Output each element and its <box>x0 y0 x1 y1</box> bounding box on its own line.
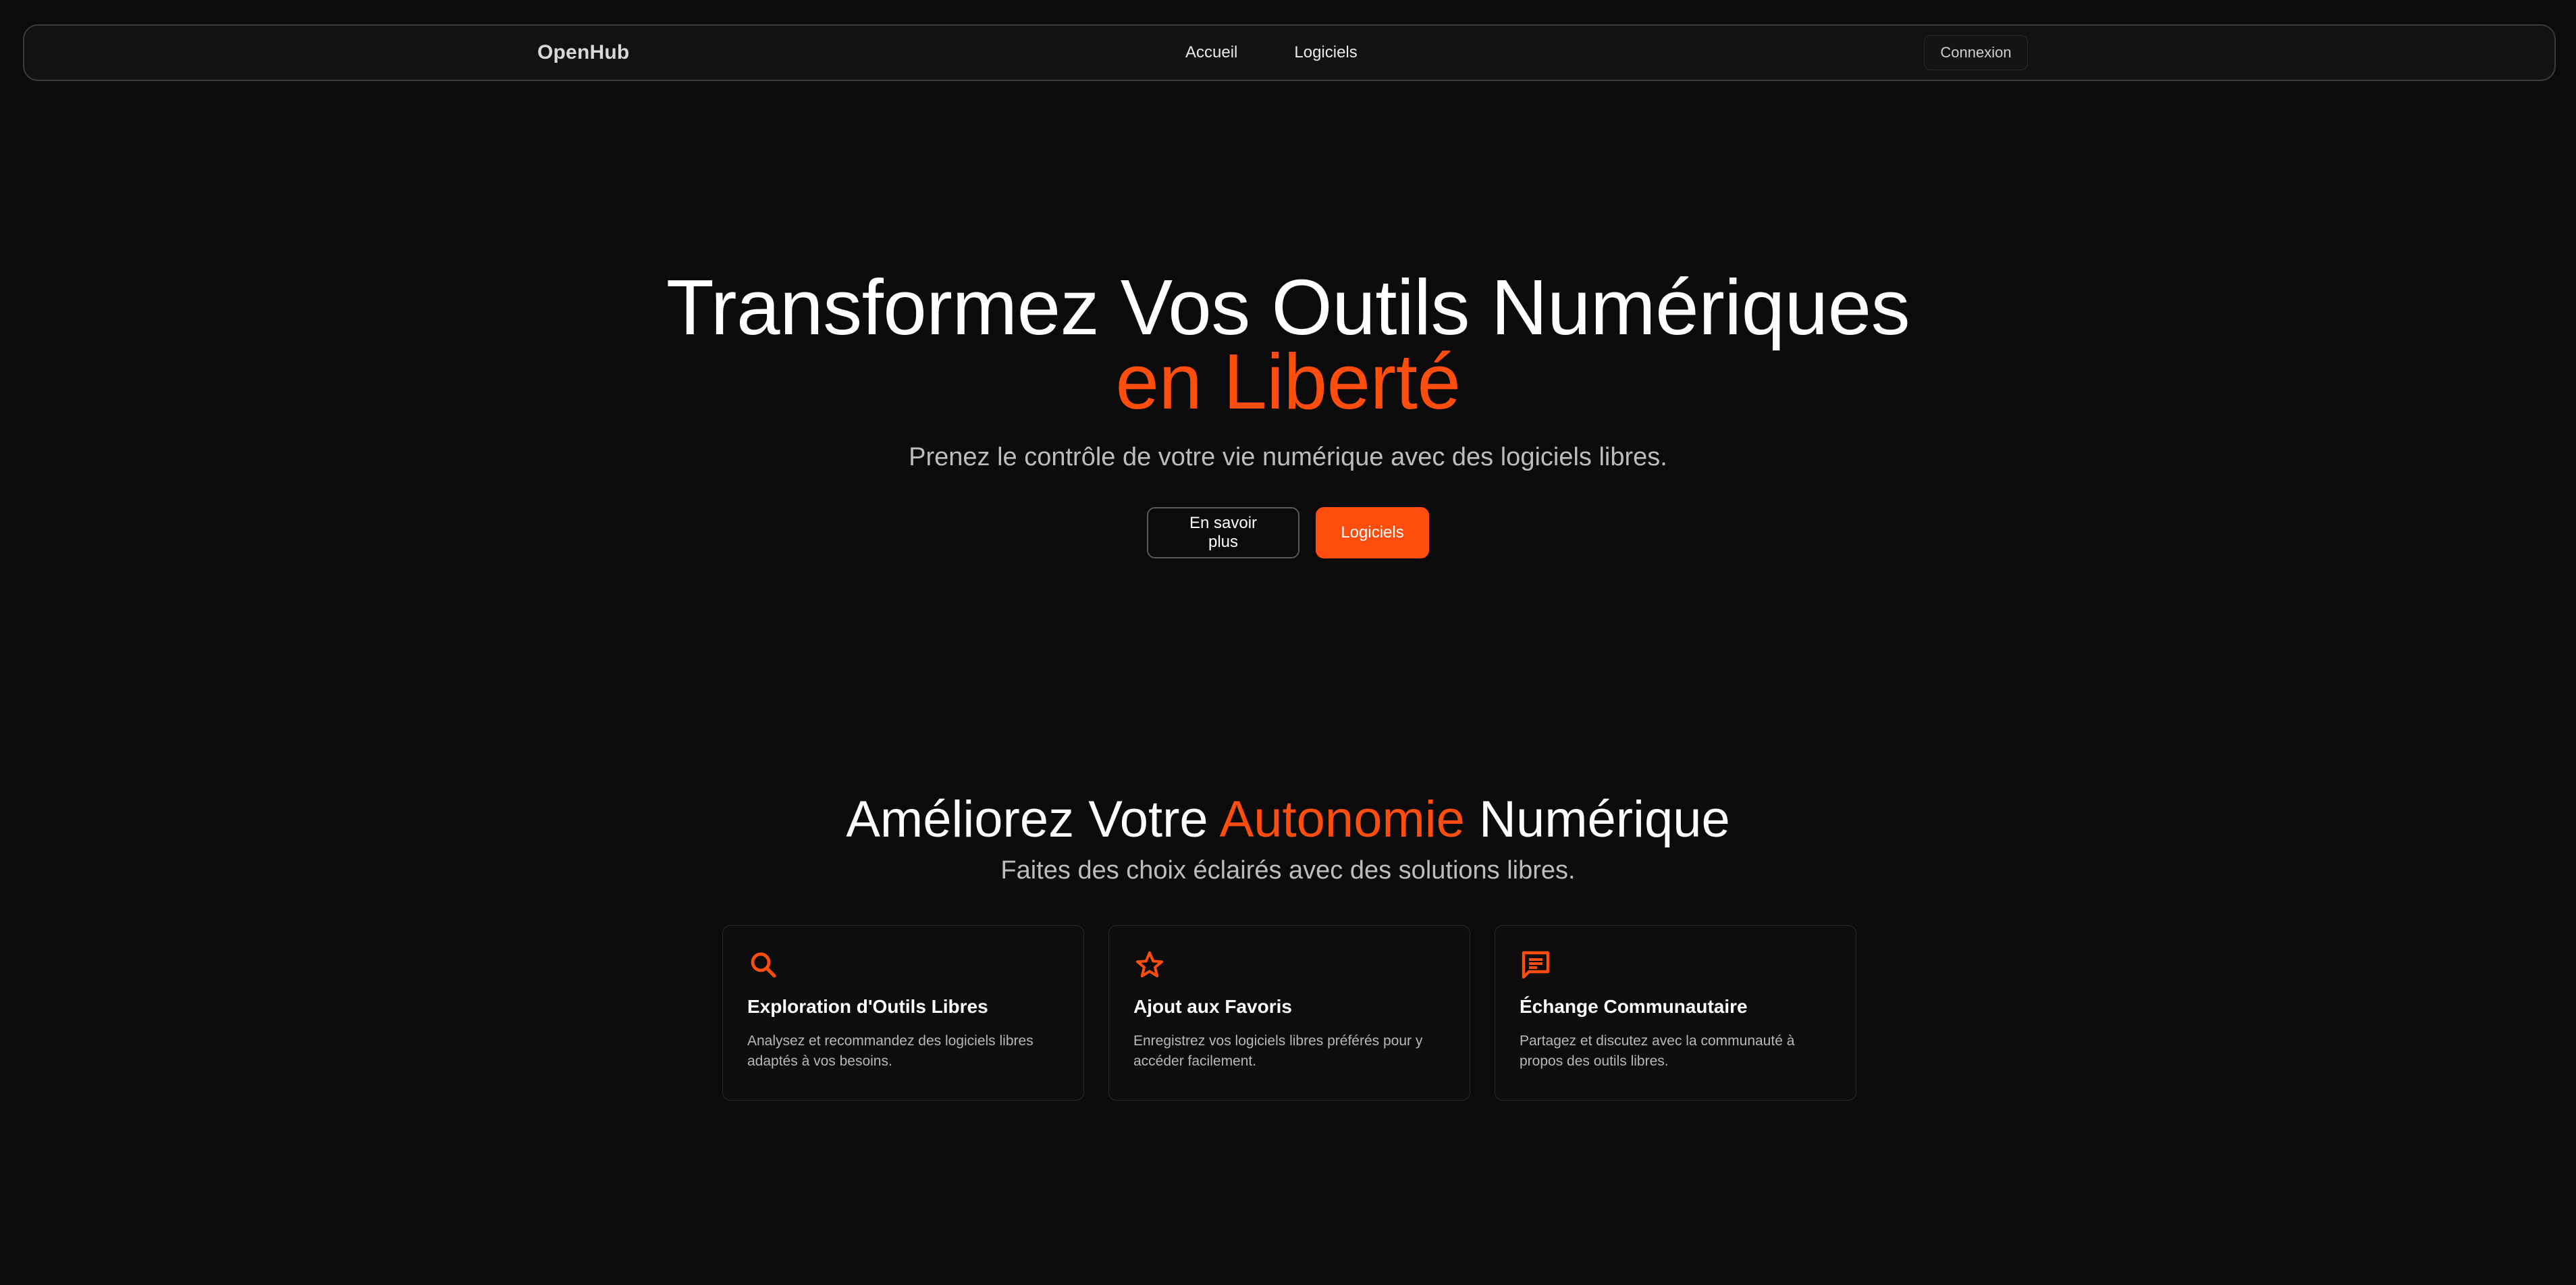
hero-subtitle: Prenez le contrôle de votre vie numériqu… <box>909 443 1667 471</box>
hero-section: Transformez Vos Outils Numériques en Lib… <box>0 268 2576 558</box>
hero-actions: En savoir plus Logiciels <box>0 507 2576 558</box>
chat-icon <box>1522 951 1550 979</box>
features-title-part1: Améliorez Votre <box>846 791 1220 848</box>
login-button[interactable]: Connexion <box>1924 35 2028 70</box>
hero-title-accent: en Liberté <box>1115 338 1461 425</box>
card-text: Enregistrez vos logiciels libres préféré… <box>1133 1033 1423 1069</box>
features-section: Améliorez Votre Autonomie Numérique Fait… <box>0 787 2576 885</box>
nav-link-logiciels[interactable]: Logiciels <box>1294 43 1357 62</box>
feature-card-favoris: Ajout aux Favoris Enregistrez vos logici… <box>1108 925 1470 1101</box>
feature-cards: Exploration d'Outils Libres Analysez et … <box>722 925 1856 1101</box>
card-title: Exploration d'Outils Libres <box>747 996 988 1017</box>
star-icon <box>1136 951 1163 978</box>
software-button[interactable]: Logiciels <box>1316 507 1429 558</box>
card-text: Analysez et recommandez des logiciels li… <box>747 1033 1034 1069</box>
features-subtitle: Faites des choix éclairés avec des solut… <box>1000 856 1576 885</box>
nav-link-accueil[interactable]: Accueil <box>1185 43 1237 62</box>
card-title: Échange Communautaire <box>1520 996 1748 1017</box>
card-text: Partagez et discutez avec la communauté … <box>1520 1033 1795 1069</box>
brand-logo[interactable]: OpenHub <box>537 26 629 80</box>
top-navbar: OpenHub Accueil Logiciels Connexion <box>23 24 2556 81</box>
search-icon <box>751 952 776 978</box>
hero-title: Transformez Vos Outils Numériques en Lib… <box>0 268 2576 425</box>
features-title: Améliorez Votre Autonomie Numérique <box>0 787 2576 852</box>
features-title-part2: Numérique <box>1464 791 1730 848</box>
feature-card-exploration: Exploration d'Outils Libres Analysez et … <box>722 925 1084 1101</box>
feature-card-communaute: Échange Communautaire Partagez et discut… <box>1495 925 1856 1101</box>
learn-more-button[interactable]: En savoir plus <box>1147 507 1299 558</box>
features-title-accent: Autonomie <box>1219 791 1465 848</box>
nav-links: Accueil Logiciels <box>1185 26 1358 80</box>
card-title: Ajout aux Favoris <box>1133 996 1292 1017</box>
